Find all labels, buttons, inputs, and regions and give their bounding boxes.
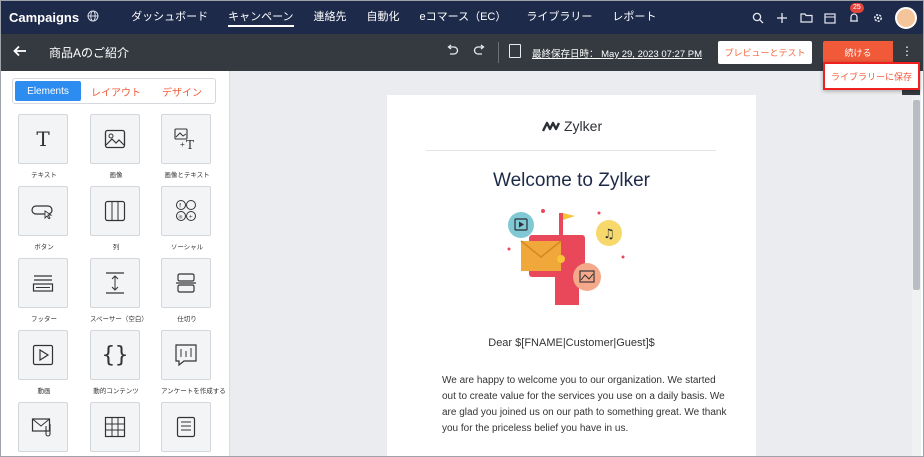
- email-heading[interactable]: Welcome to Zylker: [387, 170, 756, 192]
- svg-text:f: f: [179, 203, 181, 209]
- elements-panel: Elements レイアウト デザイン T テキスト 画像 T + 画像とテキスト ボタン列 f i…: [1, 71, 230, 456]
- attachment-mail-icon[interactable]: [18, 402, 68, 452]
- email-divider: [426, 150, 716, 151]
- settings-icon[interactable]: [871, 11, 885, 25]
- element-tile-6[interactable]: フッター: [18, 258, 70, 323]
- element-label: ソーシャル: [170, 244, 204, 251]
- nav-item-4[interactable]: eコマース（EC）: [410, 1, 517, 34]
- svg-text:T: T: [186, 138, 194, 150]
- video-icon[interactable]: [18, 330, 68, 380]
- folder-icon[interactable]: [799, 11, 813, 25]
- nav-item-0[interactable]: ダッシュボード: [121, 1, 218, 34]
- save-to-library-menu-item[interactable]: ライブラリーに保存: [823, 62, 920, 90]
- image-text-icon[interactable]: T +: [161, 114, 211, 164]
- last-saved-text[interactable]: 最終保存日時： May 29, 2023 07:27 PM: [532, 46, 702, 60]
- continue-button[interactable]: 続ける: [823, 41, 893, 64]
- svg-text:♫: ♫: [603, 227, 615, 242]
- nav-item-6[interactable]: レポート: [602, 1, 666, 34]
- undo-icon[interactable]: [445, 43, 459, 59]
- svg-text:+: +: [189, 215, 193, 221]
- save-icon[interactable]: [509, 44, 521, 58]
- zylker-logo: Zylker: [542, 118, 602, 134]
- email-body-text[interactable]: We are happy to welcome you to our organ…: [442, 373, 732, 437]
- panel-tab-0[interactable]: Elements: [15, 81, 81, 101]
- campaign-title[interactable]: 商品Aのご紹介: [49, 44, 129, 61]
- back-arrow-icon[interactable]: [13, 44, 27, 62]
- nav-item-3[interactable]: 自動化: [357, 1, 410, 34]
- table-icon[interactable]: [90, 402, 140, 452]
- element-tile-5[interactable]: f in + ソーシャル: [161, 186, 213, 251]
- panel-tabs: Elements レイアウト デザイン: [12, 78, 216, 104]
- element-tile-10[interactable]: {} 動的コンテンツ: [90, 330, 142, 395]
- divider-icon[interactable]: [161, 258, 211, 308]
- element-label: 動画: [37, 388, 51, 395]
- element-tile-4[interactable]: 列: [90, 186, 142, 251]
- spacer-icon[interactable]: [90, 258, 140, 308]
- nav-item-2[interactable]: 連絡先: [304, 1, 357, 34]
- editor-toolbar: 商品Aのご紹介 最終保存日時： May 29, 2023 07:27 PM プレ…: [1, 34, 923, 71]
- plus-icon[interactable]: [775, 11, 789, 25]
- element-label: 画像: [109, 172, 123, 179]
- element-tile-11[interactable]: アンケートを作成する: [161, 330, 226, 395]
- image-icon[interactable]: [90, 114, 140, 164]
- element-label: テキスト: [31, 172, 57, 179]
- search-icon[interactable]: [751, 11, 765, 25]
- document-icon[interactable]: [161, 402, 211, 452]
- brand-name[interactable]: Campaigns: [9, 10, 79, 25]
- footer-icon[interactable]: [18, 258, 68, 308]
- element-tile-8[interactable]: 仕切り: [161, 258, 213, 323]
- survey-icon[interactable]: [161, 330, 211, 380]
- panel-tab-1[interactable]: レイアウト: [83, 79, 149, 103]
- social-icon[interactable]: f in +: [161, 186, 211, 236]
- calendar-icon[interactable]: [823, 11, 837, 25]
- top-nav: Campaigns ダッシュボード キャンペーン 連絡先 自動化 eコマース（EC） ライ…: [1, 1, 923, 34]
- redo-icon[interactable]: [473, 43, 487, 59]
- element-label: 画像とテキスト: [164, 172, 210, 179]
- svg-text:in: in: [179, 214, 183, 220]
- nav-item-5[interactable]: ライブラリー: [516, 1, 602, 34]
- svg-text:+: +: [180, 140, 185, 149]
- dynamic-content-icon[interactable]: {}: [90, 330, 140, 380]
- element-tile-12[interactable]: [18, 402, 70, 456]
- text-icon[interactable]: T: [18, 114, 68, 164]
- element-tile-7[interactable]: スペーサー（空白）: [90, 258, 148, 323]
- email-greeting[interactable]: Dear $[FNAME|Customer|Guest]$: [387, 337, 756, 349]
- element-label: フッター: [31, 316, 57, 323]
- element-label: 動的コンテンツ: [93, 388, 139, 395]
- email-preview[interactable]: Zylker Welcome to Zylker ♫ Dear $[FNAME|: [387, 95, 756, 456]
- columns-icon[interactable]: [90, 186, 140, 236]
- element-tile-14[interactable]: [161, 402, 213, 456]
- nav-right-icons: 25: [751, 1, 917, 34]
- panel-tab-2[interactable]: デザイン: [149, 79, 215, 103]
- more-options-icon[interactable]: ⋮: [901, 44, 913, 58]
- element-tile-3[interactable]: ボタン: [18, 186, 70, 251]
- notification-badge: 25: [850, 2, 864, 13]
- element-tile-13[interactable]: [90, 402, 142, 456]
- preview-test-button[interactable]: プレビューとテスト: [718, 41, 812, 64]
- element-tile-0[interactable]: T テキスト: [18, 114, 70, 179]
- element-label: 列: [112, 244, 120, 251]
- element-label: 仕切り: [177, 316, 197, 323]
- nav-menu: ダッシュボード キャンペーン 連絡先 自動化 eコマース（EC） ライブラリー レポート: [121, 1, 666, 34]
- button-icon[interactable]: [18, 186, 68, 236]
- user-avatar[interactable]: [895, 6, 917, 29]
- zylker-logo-mark-icon: [542, 121, 560, 132]
- nav-item-1[interactable]: キャンペーン: [218, 1, 303, 34]
- element-tile-1[interactable]: 画像: [90, 114, 142, 179]
- element-tile-2[interactable]: T + 画像とテキスト: [161, 114, 213, 179]
- element-tile-9[interactable]: 動画: [18, 330, 70, 395]
- bell-icon[interactable]: 25: [847, 2, 864, 25]
- element-label: ボタン: [34, 244, 54, 251]
- element-label: スペーサー（空白）: [90, 316, 148, 323]
- mailbox-illustration-icon: ♫: [507, 209, 625, 305]
- toolbar-divider: [498, 42, 499, 63]
- logo-text: Zylker: [564, 118, 603, 134]
- canvas-scroll-thumb[interactable]: [913, 100, 920, 290]
- app-window: Campaigns ダッシュボード キャンペーン 連絡先 自動化 eコマース（EC） ライ…: [0, 0, 924, 457]
- globe-icon[interactable]: [87, 10, 99, 25]
- element-label: アンケートを作成する: [161, 388, 226, 395]
